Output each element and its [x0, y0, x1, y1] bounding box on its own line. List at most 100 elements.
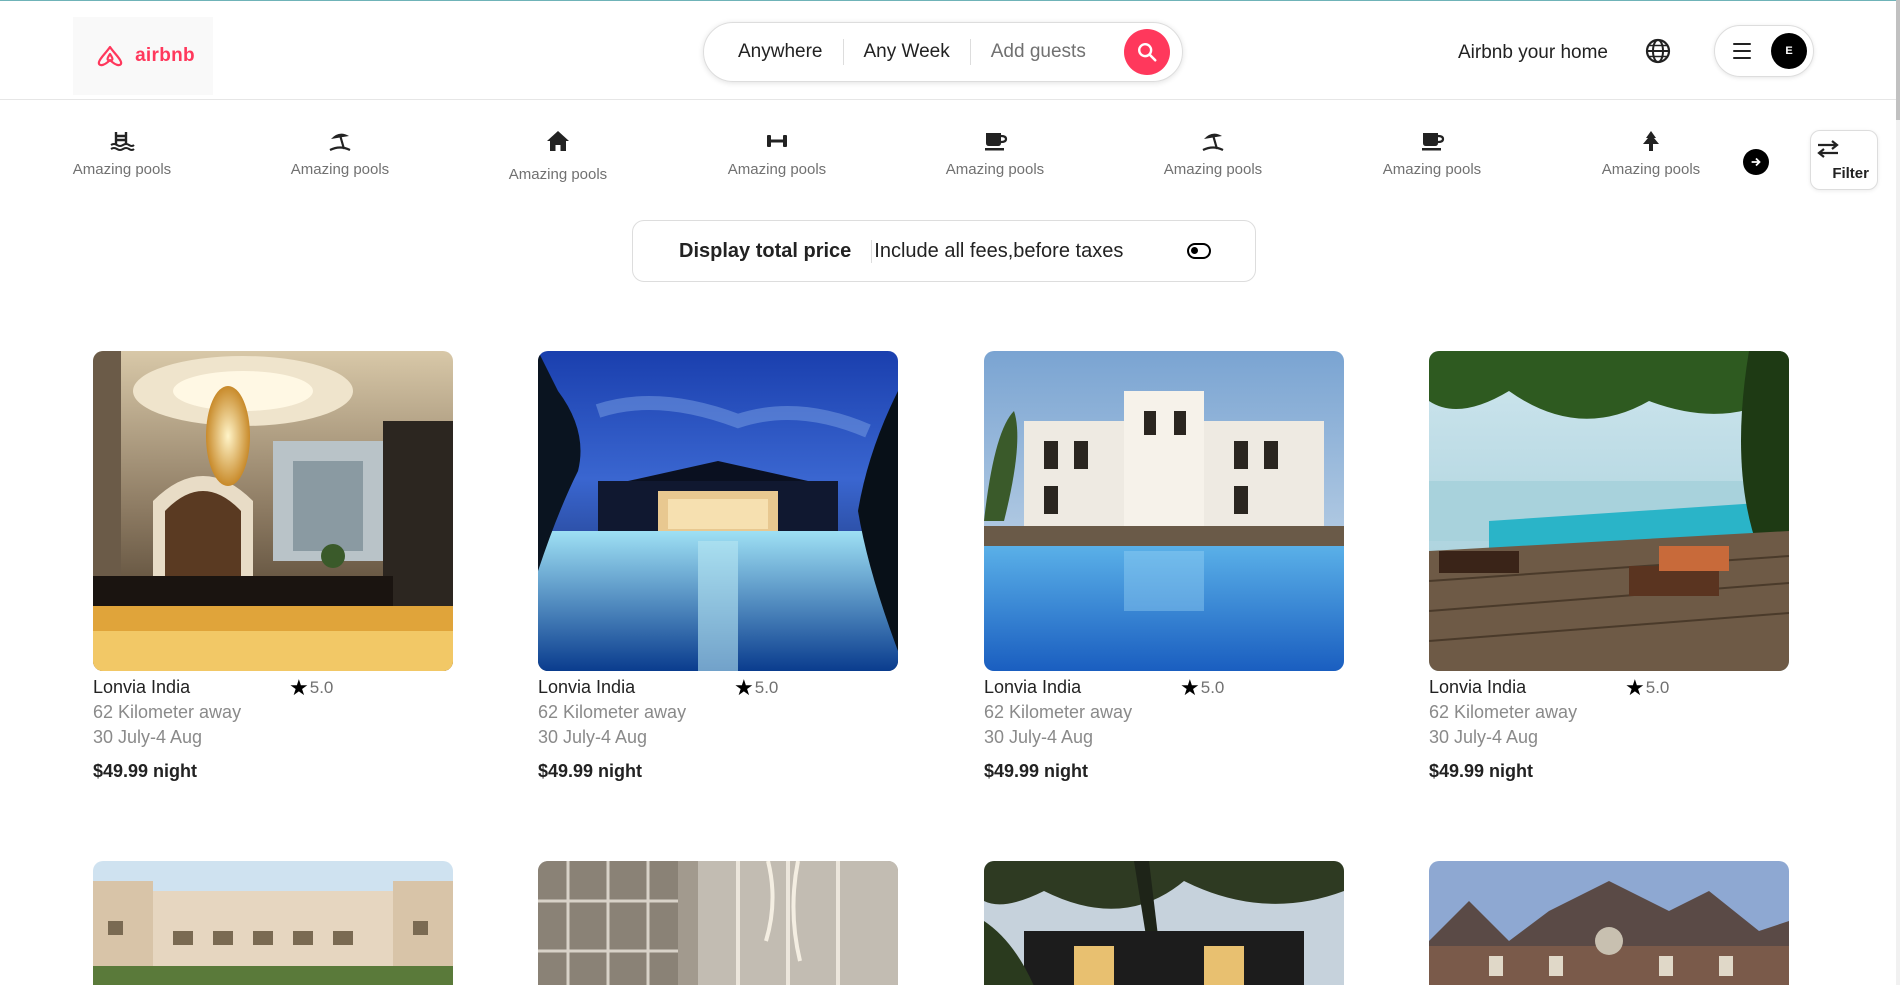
search-guests[interactable]: Add guests: [971, 41, 1118, 63]
star-icon: ★: [734, 674, 754, 700]
category-label: Amazing pools: [727, 161, 827, 178]
category-label: Amazing pools: [508, 166, 608, 183]
listing-photo[interactable]: [93, 861, 453, 985]
category-label: Amazing pools: [945, 161, 1045, 178]
category-bar: Amazing pools Amazing pools Amazing pool…: [0, 130, 1900, 190]
category-label: Amazing pools: [1601, 161, 1701, 178]
listing-distance: 62 Kilometer away: [1429, 702, 1578, 722]
globe-icon[interactable]: [1644, 37, 1672, 65]
category-item[interactable]: Amazing pools: [1133, 130, 1293, 178]
listing-card[interactable]: Lonvia India ★ 5.0 62 Kilometer away 30 …: [538, 351, 898, 784]
scrollbar-thumb[interactable]: [1896, 0, 1900, 120]
search-when[interactable]: Any Week: [844, 41, 970, 63]
listing-dates: 30 July-4 Aug: [984, 727, 1094, 747]
listing-photo[interactable]: [984, 351, 1344, 671]
listing-distance: 62 Kilometer away: [984, 702, 1133, 722]
category-next-button[interactable]: [1743, 149, 1769, 175]
rating-value: 5.0: [754, 678, 779, 697]
listing-dates: 30 July-4 Aug: [93, 727, 203, 747]
listing-price: $49.99 night: [538, 761, 643, 781]
listing-info: Lonvia India ★ 5.0 62 Kilometer away 30 …: [1429, 675, 1789, 784]
category-item[interactable]: Amazing pools: [42, 130, 202, 178]
listing-rating: ★ 5.0: [734, 675, 778, 700]
listing-photo[interactable]: [93, 351, 453, 671]
listing-photo[interactable]: [1429, 351, 1789, 671]
listing-photo[interactable]: [984, 861, 1344, 985]
search-button[interactable]: [1124, 29, 1170, 75]
search-where[interactable]: Anywhere: [704, 41, 843, 63]
airbnb-logo-icon: [97, 45, 123, 67]
arrow-right-icon: [1751, 157, 1761, 167]
category-label: Amazing pools: [72, 161, 172, 178]
coffee-cup-icon: [1422, 133, 1445, 151]
category-item[interactable]: Amazing pools: [915, 130, 1075, 178]
listing-info: Lonvia India ★ 5.0 62 Kilometer away 30 …: [984, 675, 1344, 784]
modern-house-image: [984, 861, 1344, 985]
hamburger-icon: [1733, 43, 1751, 59]
listing-card[interactable]: Lonvia India ★ 5.0 62 Kilometer away 30 …: [93, 351, 453, 784]
listing-card[interactable]: [538, 861, 898, 985]
night-pool-image: [538, 351, 898, 671]
category-item[interactable]: Amazing pools: [697, 130, 857, 178]
coffee-cup-icon: [985, 133, 1008, 151]
pool-icon: [110, 132, 135, 151]
listing-price: $49.99 night: [93, 761, 198, 781]
star-icon: ★: [289, 674, 309, 700]
beach-umbrella-icon: [1202, 133, 1224, 151]
total-price-toggle[interactable]: [1187, 243, 1211, 259]
listing-photo[interactable]: [1429, 861, 1789, 985]
search-bar[interactable]: Anywhere Any Week Add guests: [703, 22, 1183, 82]
listing-card[interactable]: [1429, 861, 1789, 985]
listing-distance: 62 Kilometer away: [538, 702, 687, 722]
listing-info: Lonvia India ★ 5.0 62 Kilometer away 30 …: [93, 675, 453, 784]
swap-arrows-icon: [1817, 140, 1839, 158]
atrium-image: [538, 861, 898, 985]
filter-button[interactable]: Filter: [1810, 130, 1878, 190]
avatar: E: [1771, 33, 1807, 69]
listing-photo[interactable]: [538, 351, 898, 671]
dumbbell-icon: [767, 135, 787, 147]
star-icon: ★: [1625, 674, 1645, 700]
rating-value: 5.0: [1645, 678, 1670, 697]
listing-card[interactable]: Lonvia India ★ 5.0 62 Kilometer away 30 …: [984, 351, 1344, 784]
listing-rating: ★ 5.0: [289, 675, 333, 700]
category-item-active[interactable]: Amazing pools: [478, 130, 638, 183]
villa-pool-image: [984, 351, 1344, 671]
listing-price: $49.99 night: [1429, 761, 1534, 781]
listing-distance: 62 Kilometer away: [93, 702, 242, 722]
category-label: Amazing pools: [1163, 161, 1263, 178]
header: airbnb Anywhere Any Week Add guests Airb…: [0, 1, 1896, 100]
logo-text: airbnb: [135, 45, 195, 66]
listing-photo[interactable]: [538, 861, 898, 985]
star-icon: ★: [1180, 674, 1200, 700]
listing-dates: 30 July-4 Aug: [1429, 727, 1539, 747]
listing-title: Lonvia India: [538, 677, 636, 697]
hotel-lobby-image: [93, 351, 453, 671]
listing-card[interactable]: Lonvia India ★ 5.0 62 Kilometer away 30 …: [1429, 351, 1789, 784]
listing-card[interactable]: [93, 861, 453, 985]
listing-title: Lonvia India: [1429, 677, 1527, 697]
listing-rating: ★ 5.0: [1625, 675, 1669, 700]
beach-umbrella-icon: [329, 133, 351, 151]
category-item[interactable]: Amazing pools: [1571, 130, 1731, 178]
listing-info: Lonvia India ★ 5.0 62 Kilometer away 30 …: [538, 675, 898, 784]
rating-value: 5.0: [309, 678, 334, 697]
user-menu-button[interactable]: E: [1714, 25, 1814, 77]
category-item[interactable]: Amazing pools: [260, 130, 420, 178]
listing-title: Lonvia India: [984, 677, 1082, 697]
listing-card[interactable]: [984, 861, 1344, 985]
filter-label: Filter: [1832, 165, 1869, 182]
category-label: Amazing pools: [290, 161, 390, 178]
tree-icon: [1643, 131, 1659, 151]
category-item[interactable]: Amazing pools: [1352, 130, 1512, 178]
logo[interactable]: airbnb: [73, 17, 213, 95]
resort-building-image: [93, 861, 453, 985]
brick-mansion-image: [1429, 861, 1789, 985]
listing-price: $49.99 night: [984, 761, 1089, 781]
host-link[interactable]: Airbnb your home: [1458, 42, 1608, 64]
listing-rating: ★ 5.0: [1180, 675, 1224, 700]
category-label: Amazing pools: [1382, 161, 1482, 178]
listing-dates: 30 July-4 Aug: [538, 727, 648, 747]
house-icon: [547, 131, 569, 151]
rating-value: 5.0: [1200, 678, 1225, 697]
